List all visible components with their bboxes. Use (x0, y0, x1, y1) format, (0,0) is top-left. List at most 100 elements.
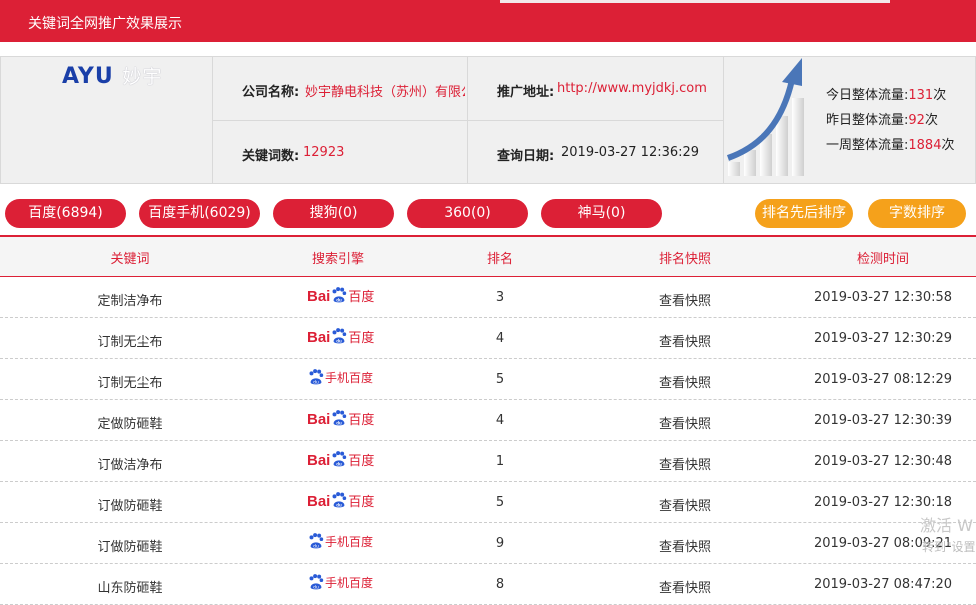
keyword-cell: 订制无尘布 (97, 376, 163, 391)
keyword-cell: 山东防砸鞋 (97, 581, 163, 596)
svg-text:du: du (313, 379, 319, 385)
rank-cell: 4 (495, 413, 505, 428)
rank-cell: 8 (495, 577, 505, 592)
table-row: 订做洁净布 Bai du 百度 1 查看快照 2019-03-27 12:30:48 (0, 441, 976, 482)
view-snapshot-link[interactable]: 查看快照 (659, 331, 711, 350)
check-time-cell: 2019-03-27 12:30:39 (813, 413, 953, 428)
column-snapshot: 排名快照 (658, 252, 712, 267)
traffic-unit: 次 (941, 138, 955, 153)
baidu-mobile-logo-icon: du 手机百度 (307, 573, 373, 595)
traffic-label: 昨日整体流量: (826, 113, 909, 128)
rank-cell: 3 (495, 290, 505, 305)
keywords-label: 关键词数: (242, 149, 300, 164)
svg-text:du: du (337, 338, 343, 343)
baidu-cn: 百度 (348, 412, 375, 427)
check-time-cell: 2019-03-27 08:12:29 (813, 372, 953, 387)
date-value: 2019-03-27 12:36:29 (561, 145, 700, 160)
svg-text:du: du (337, 461, 343, 466)
logo-brand: AYU (62, 64, 114, 89)
banner-decoration (500, 0, 890, 3)
company-logo: AYU 妙宇 (62, 62, 162, 89)
company-label: 公司名称: (242, 85, 300, 100)
baidu-latin: Bai (307, 329, 331, 346)
table-row: 山东防砸鞋 du 手机百度 8 查看快照 2019-03-27 08:47:20 (0, 564, 976, 605)
baidu-mobile-logo-icon: du 手机百度 (307, 532, 373, 554)
baidu-logo-icon: Bai du 百度 (307, 409, 374, 431)
keyword-cell: 定做防砸鞋 (97, 417, 163, 432)
view-snapshot-link[interactable]: 查看快照 (659, 577, 711, 596)
rank-cell: 5 (495, 495, 505, 510)
page-title: 关键词全网推广效果展示 (28, 16, 182, 32)
traffic-count: 131 (908, 88, 934, 103)
date-label: 查询日期: (497, 149, 555, 164)
table-row: 定制洁净布 Bai du 百度 3 查看快照 2019-03-27 12:30:58 (0, 277, 976, 318)
baidu-mobile-label: 手机百度 (325, 576, 374, 590)
baidu-logo-icon: Bai du 百度 (307, 286, 374, 308)
baidu-cn: 百度 (348, 494, 375, 509)
logo-cn: 妙宇 (122, 66, 163, 88)
column-rank: 排名 (486, 252, 514, 267)
rank-cell: 9 (495, 536, 505, 551)
traffic-today: 今日整体流量:131次 (826, 84, 946, 103)
traffic-yesterday: 昨日整体流量:92次 (826, 109, 938, 128)
tab-baidu-mobile[interactable]: 百度手机(6029) (139, 199, 260, 228)
baidu-latin: Bai (307, 493, 331, 510)
table-row: 定做防砸鞋 Bai du 百度 4 查看快照 2019-03-27 12:30:39 (0, 400, 976, 441)
svg-text:du: du (313, 584, 319, 590)
svg-text:du: du (313, 543, 319, 549)
baidu-latin: Bai (307, 411, 331, 428)
view-snapshot-link[interactable]: 查看快照 (659, 536, 711, 555)
baidu-cn: 百度 (348, 289, 375, 304)
traffic-label: 一周整体流量: (826, 138, 909, 153)
view-snapshot-link[interactable]: 查看快照 (659, 290, 711, 309)
traffic-count: 1884 (908, 138, 942, 153)
baidu-latin: Bai (307, 452, 331, 469)
company-value: 妙宇静电科技（苏州）有限公 (305, 85, 465, 100)
traffic-count: 92 (908, 113, 925, 128)
check-time-cell: 2019-03-27 12:30:58 (813, 290, 953, 305)
check-time-cell: 2019-03-27 12:30:29 (813, 331, 953, 346)
check-time-cell: 2019-03-27 08:47:20 (813, 577, 953, 592)
table-row: 订做防砸鞋 Bai du 百度 5 查看快照 2019-03-27 12:30:18 (0, 482, 976, 523)
tab-baidu[interactable]: 百度(6894) (5, 199, 126, 228)
keyword-cell: 订做洁净布 (97, 458, 163, 473)
tab-shenma[interactable]: 神马(0) (541, 199, 662, 228)
tab-sogou[interactable]: 搜狗(0) (273, 199, 394, 228)
sort-by-length-button[interactable]: 字数排序 (868, 199, 966, 228)
rank-cell: 5 (495, 372, 505, 387)
keyword-cell: 订做防砸鞋 (97, 499, 163, 514)
baidu-logo-icon: Bai du 百度 (307, 450, 374, 472)
baidu-mobile-label: 手机百度 (325, 535, 374, 549)
table-header: 关键词 搜索引擎 排名 排名快照 检测时间 (0, 237, 976, 277)
view-snapshot-link[interactable]: 查看快照 (659, 454, 711, 473)
growth-chart-icon (726, 58, 804, 176)
baidu-logo-icon: Bai du 百度 (307, 327, 374, 349)
traffic-label: 今日整体流量: (826, 88, 909, 103)
baidu-cn: 百度 (348, 453, 375, 468)
keyword-cell: 定制洁净布 (97, 294, 163, 309)
traffic-unit: 次 (933, 88, 947, 103)
url-link[interactable]: http://www.myjdkj.com (557, 81, 707, 96)
rank-cell: 4 (495, 331, 505, 346)
keyword-cell: 订制无尘布 (97, 335, 163, 350)
baidu-mobile-logo-icon: du 手机百度 (307, 368, 373, 390)
column-time: 检测时间 (856, 252, 910, 267)
view-snapshot-link[interactable]: 查看快照 (659, 372, 711, 391)
baidu-mobile-label: 手机百度 (325, 371, 374, 385)
sort-by-rank-button[interactable]: 排名先后排序 (755, 199, 853, 228)
watermark-subtext: 转到"设置 (922, 540, 976, 554)
keywords-value: 12923 (303, 145, 345, 160)
tab-360[interactable]: 360(0) (407, 199, 528, 228)
rank-cell: 1 (495, 454, 505, 469)
svg-text:du: du (337, 420, 343, 425)
check-time-cell: 2019-03-27 12:30:48 (813, 454, 953, 469)
view-snapshot-link[interactable]: 查看快照 (659, 413, 711, 432)
baidu-logo-icon: Bai du 百度 (307, 491, 374, 513)
top-banner: 关键词全网推广效果展示 (0, 0, 976, 42)
svg-text:du: du (337, 297, 343, 302)
column-keyword: 关键词 (110, 252, 150, 267)
table-row: 订制无尘布 Bai du 百度 4 查看快照 2019-03-27 12:30:29 (0, 318, 976, 359)
view-snapshot-link[interactable]: 查看快照 (659, 495, 711, 514)
keyword-cell: 订做防砸鞋 (97, 540, 163, 555)
table-row: 订做防砸鞋 du 手机百度 9 查看快照 2019-03-27 08:09:21 (0, 523, 976, 564)
